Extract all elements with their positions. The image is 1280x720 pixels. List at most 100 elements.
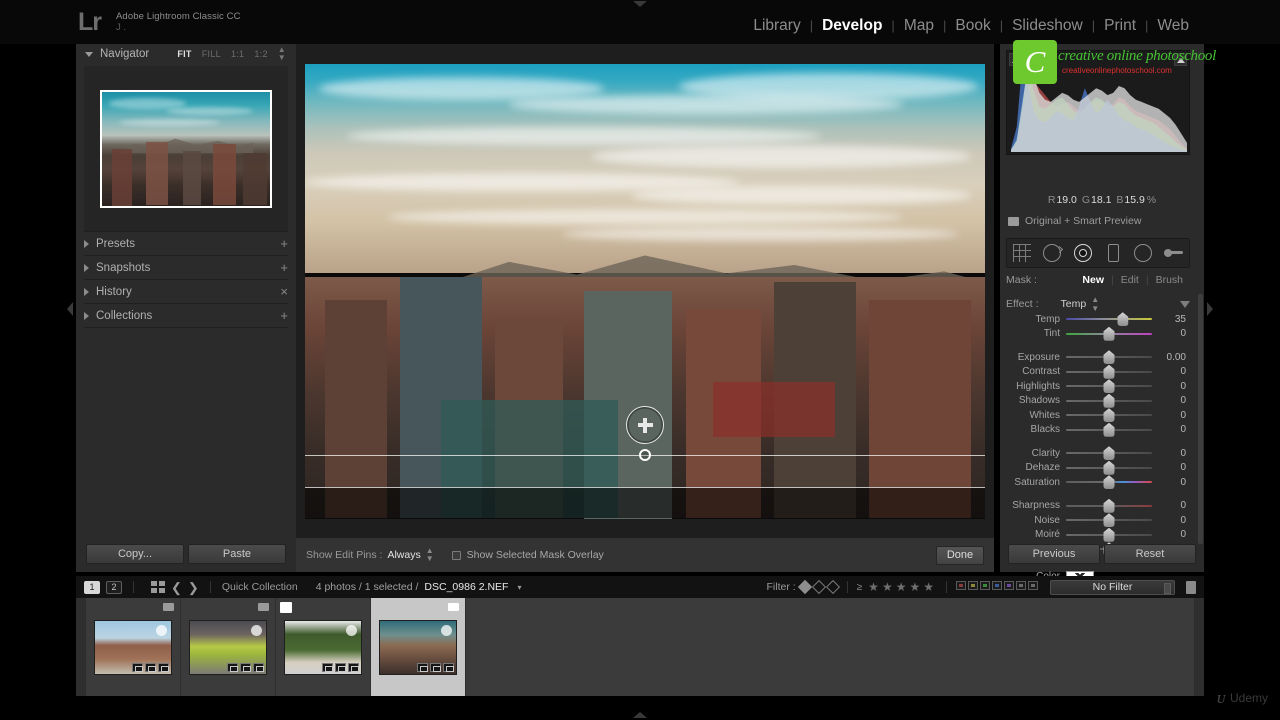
disclosure-triangle-right-icon[interactable] — [84, 263, 89, 272]
slider-track[interactable] — [1066, 326, 1152, 341]
slider-track[interactable] — [1066, 513, 1152, 528]
thumbnail-crop-icon[interactable] — [132, 662, 143, 672]
module-web[interactable]: Web — [1148, 18, 1198, 34]
rating-star-3[interactable]: ★ — [896, 580, 907, 594]
rating-star-2[interactable]: ★ — [882, 580, 893, 594]
navigate-back-arrow-icon[interactable]: ❮ — [171, 581, 182, 594]
slider-dehaze[interactable]: Dehaze 0 — [1006, 460, 1196, 476]
zoom-level-1-1[interactable]: 1:1 — [231, 49, 244, 59]
thumb-2[interactable] — [189, 619, 267, 675]
thumbnail-metadata-icon[interactable] — [240, 662, 251, 672]
thumbnail-flag-circle-icon[interactable] — [441, 624, 452, 636]
left-section-action-icon[interactable]: + — [280, 237, 288, 250]
screen-1-button[interactable]: 1 — [84, 580, 100, 594]
quick-collection-badge-icon[interactable] — [280, 602, 292, 613]
slider-track[interactable] — [1066, 460, 1152, 475]
slider-value[interactable]: 0 — [1152, 477, 1186, 488]
module-develop[interactable]: Develop — [813, 18, 891, 34]
reset-button[interactable]: Reset — [1104, 544, 1196, 564]
graduated-filter-move-handle-icon[interactable] — [626, 406, 664, 445]
slider-knob[interactable] — [1103, 513, 1115, 528]
current-filename[interactable]: DSC_0986 2.NEF — [424, 581, 508, 593]
slider-knob[interactable] — [1103, 498, 1115, 513]
right-panel-scrollbar[interactable] — [1198, 294, 1203, 544]
image-canvas[interactable] — [296, 44, 994, 538]
slider-value[interactable]: 0 — [1152, 515, 1186, 526]
copy-button[interactable]: Copy... — [86, 544, 184, 564]
zoom-level-1-2[interactable]: 1:2 — [254, 49, 267, 59]
show-mask-overlay-checkbox[interactable] — [451, 550, 461, 560]
show-edit-pins-stepper-icon[interactable]: ▲ ▼ — [426, 547, 434, 563]
thumbnail-develop-icon[interactable] — [158, 662, 169, 672]
slider-value[interactable]: 0 — [1152, 462, 1186, 473]
zoom-level-fit[interactable]: FIT — [177, 49, 191, 59]
thumbnail-flag-circle-icon[interactable] — [346, 624, 357, 636]
effect-collapse-icon[interactable] — [1180, 300, 1190, 308]
slider-track[interactable] — [1066, 475, 1152, 490]
slider-track[interactable] — [1066, 312, 1152, 327]
thumbnail-metadata-icon[interactable] — [145, 662, 156, 672]
slider-contrast[interactable]: Contrast 0 — [1006, 364, 1196, 380]
slider-track[interactable] — [1066, 393, 1152, 408]
disclosure-triangle-down-icon[interactable] — [85, 51, 93, 57]
slider-shadows[interactable]: Shadows 0 — [1006, 393, 1196, 409]
mask-option-new[interactable]: New — [1075, 274, 1111, 286]
bottom-panel-toggle-arrow-icon[interactable] — [633, 712, 647, 718]
slider-value[interactable]: 0 — [1152, 424, 1186, 435]
module-print[interactable]: Print — [1095, 18, 1145, 34]
slider-knob[interactable] — [1103, 393, 1115, 408]
thumb-1[interactable] — [94, 619, 172, 675]
slider-knob[interactable] — [1103, 422, 1115, 437]
slider-saturation[interactable]: Saturation 0 — [1006, 475, 1196, 490]
slider-track[interactable] — [1066, 422, 1152, 437]
slider-knob[interactable] — [1103, 460, 1115, 475]
filter-preset-stepper-icon[interactable] — [1164, 582, 1171, 594]
color-label-filter-1[interactable] — [956, 581, 966, 590]
graduated-filter-pin[interactable] — [639, 448, 651, 461]
left-section-history[interactable]: History × — [84, 279, 288, 303]
filmstrip-cell[interactable] — [276, 598, 371, 696]
navigate-forward-arrow-icon[interactable]: ❯ — [188, 581, 199, 594]
graduated-filter-line-center[interactable] — [305, 486, 985, 488]
color-label-filters[interactable] — [956, 581, 1040, 593]
left-section-snapshots[interactable]: Snapshots + — [84, 255, 288, 279]
photo-preview[interactable] — [305, 63, 985, 519]
mask-option-edit[interactable]: Edit — [1114, 274, 1146, 286]
slider-value[interactable]: 0 — [1152, 381, 1186, 392]
left-section-action-icon[interactable]: × — [280, 285, 288, 298]
show-edit-pins-value[interactable]: Always — [387, 549, 420, 561]
slider-clarity[interactable]: Clarity 0 — [1006, 446, 1196, 461]
adjustment-brush-tool-icon[interactable] — [1163, 242, 1185, 264]
screen-2-button[interactable]: 2 — [106, 580, 122, 594]
filename-dropdown-caret-icon[interactable]: ▾ — [517, 583, 521, 592]
rating-operator[interactable]: ≥ — [857, 582, 863, 593]
slider-tint[interactable]: Tint 0 — [1006, 326, 1196, 342]
filmstrip-cell[interactable] — [86, 598, 181, 696]
thumbnail-develop-icon[interactable] — [348, 662, 359, 672]
thumb-4[interactable] — [379, 619, 457, 675]
filmstrip-scroll-left[interactable] — [76, 598, 86, 696]
thumbnail-metadata-icon[interactable] — [430, 662, 441, 672]
crop-overlay-tool-icon[interactable] — [1011, 242, 1033, 264]
thumbnail-metadata-icon[interactable] — [335, 662, 346, 672]
slider-value[interactable]: 0 — [1152, 448, 1186, 459]
paste-button[interactable]: Paste — [188, 544, 286, 564]
module-library[interactable]: Library — [744, 18, 809, 34]
filter-preset-select[interactable]: No Filter — [1050, 579, 1175, 595]
slider-temp[interactable]: Temp 35 — [1006, 312, 1196, 327]
thumb-3[interactable] — [284, 619, 362, 675]
thumbnail-badge-icon[interactable] — [163, 603, 174, 611]
left-section-action-icon[interactable]: + — [280, 309, 288, 322]
rating-stars[interactable]: ★ ★ ★ ★ ★ — [868, 581, 937, 594]
navigator-header[interactable]: Navigator FIT FILL 1:1 1:2 ▲ ▼ — [76, 44, 296, 64]
flag-unflagged-icon[interactable] — [811, 579, 826, 595]
filmstrip-scroll-right[interactable] — [1194, 598, 1204, 696]
grid-view-icon[interactable] — [151, 580, 165, 594]
module-map[interactable]: Map — [895, 18, 943, 34]
thumbnail-badge-icon[interactable] — [258, 603, 269, 611]
slider-whites[interactable]: Whites 0 — [1006, 408, 1196, 423]
slider-value[interactable]: 0 — [1152, 395, 1186, 406]
slider-value[interactable]: 0 — [1152, 500, 1186, 511]
spot-removal-tool-icon[interactable] — [1041, 242, 1064, 264]
slider-track[interactable] — [1066, 350, 1152, 365]
